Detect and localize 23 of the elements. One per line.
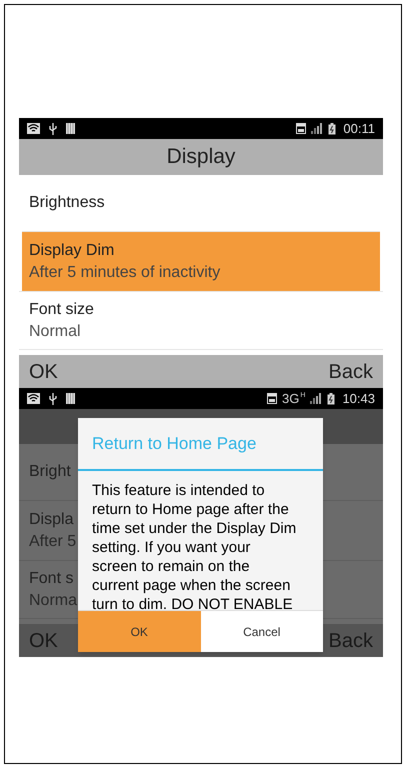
stripes-icon <box>66 123 75 134</box>
wifi-icon <box>27 393 40 404</box>
battery-icon <box>328 122 336 134</box>
left-softkey[interactable]: OK <box>29 356 58 386</box>
sim-card-icon <box>296 123 306 134</box>
dialog-title: Return to Home Page <box>92 432 256 455</box>
wifi-icon <box>27 123 40 134</box>
status-time: 10:43 <box>342 392 375 405</box>
dialog-message: This feature is intended to return to Home page after the time set under the Display Dim setting. If you want your screen to remain on the current page when the screen turn to dim. DO NOT ENABLE <box>91 481 298 610</box>
sim-card-icon <box>267 393 278 404</box>
battery-icon <box>327 392 336 404</box>
status-time: 00:11 <box>343 122 375 135</box>
dialog-button[interactable]: Cancel <box>200 611 323 652</box>
usb-icon <box>49 392 57 404</box>
network-type: 3G <box>282 392 300 405</box>
dialog-button[interactable]: OK <box>78 611 200 652</box>
list-item[interactable]: Display Dim After 5 minutes of inactivity <box>22 231 380 291</box>
signal-icon <box>311 123 324 134</box>
screen-title: Display <box>166 144 236 170</box>
usb-icon <box>49 122 57 134</box>
stripes-icon <box>66 393 75 404</box>
right-softkey[interactable]: Back <box>328 356 373 386</box>
signal-icon <box>310 393 322 404</box>
